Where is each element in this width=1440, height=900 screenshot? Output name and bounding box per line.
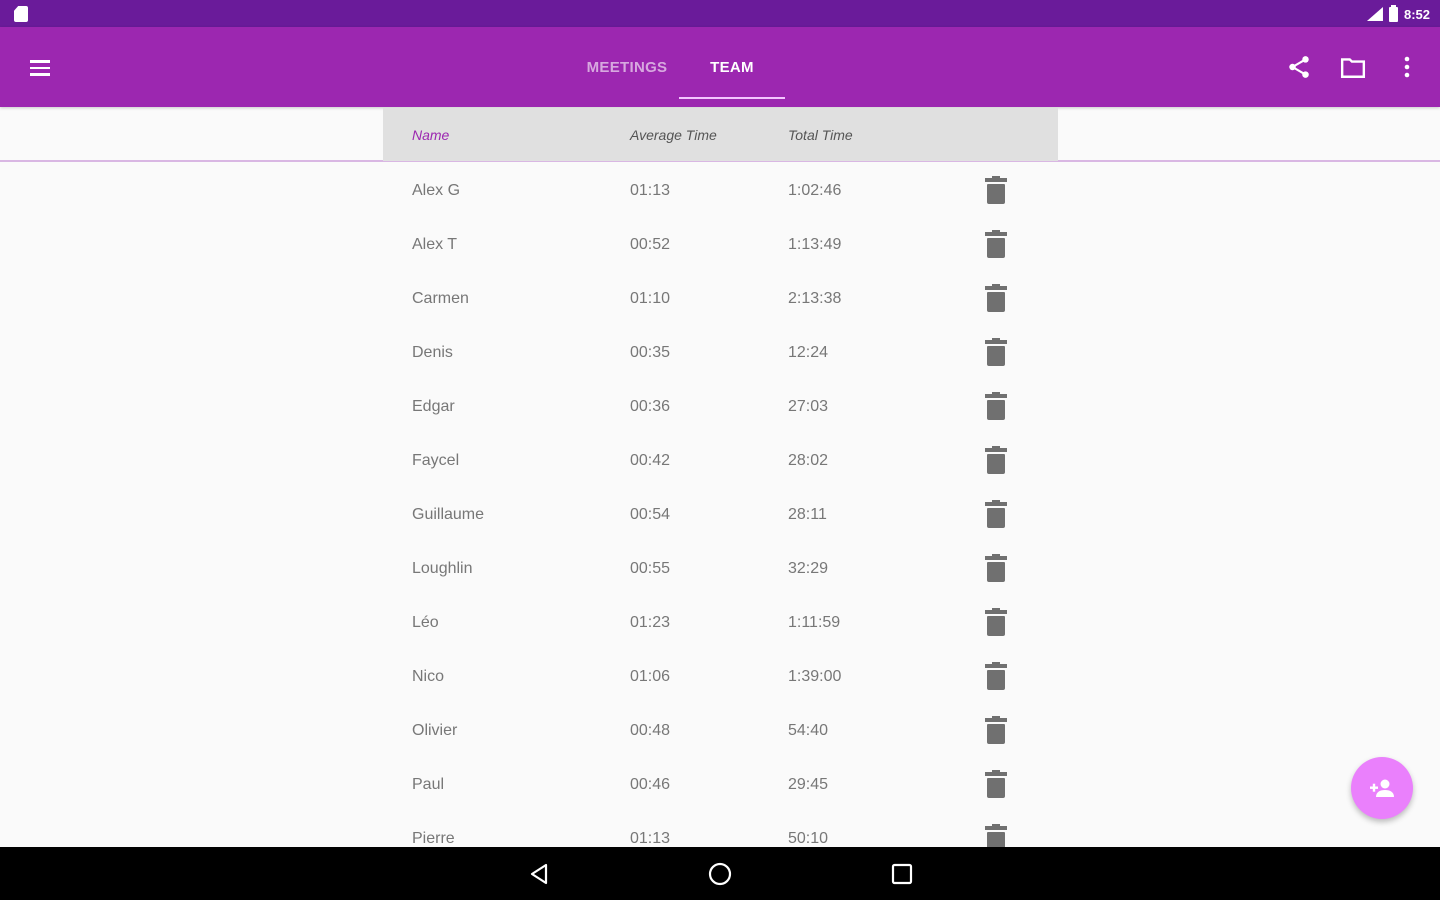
table-row[interactable]: Alex G 01:13 1:02:46 <box>383 164 1058 218</box>
table-header: Name Average Time Total Time <box>383 108 1058 161</box>
delete-icon[interactable] <box>985 338 1007 367</box>
average-time: 00:35 <box>630 344 671 361</box>
average-time: 01:10 <box>630 290 671 307</box>
table-row[interactable]: Olivier 00:48 54:40 <box>383 704 1058 758</box>
total-time: 12:24 <box>788 344 829 361</box>
average-time: 00:46 <box>630 776 671 793</box>
table-row[interactable]: Edgar 00:36 27:03 <box>383 380 1058 434</box>
total-time: 32:29 <box>788 560 829 577</box>
sd-card-icon <box>14 6 28 22</box>
table-row[interactable]: Paul 00:46 29:45 <box>383 758 1058 812</box>
person-add-icon <box>1370 779 1394 797</box>
delete-icon[interactable] <box>985 554 1007 583</box>
average-time: 01:06 <box>630 668 671 685</box>
total-time: 2:13:38 <box>788 290 842 307</box>
member-name: Edgar <box>412 398 455 415</box>
delete-icon[interactable] <box>985 176 1007 205</box>
table-row[interactable]: Nico 01:06 1:39:00 <box>383 650 1058 704</box>
delete-icon[interactable] <box>985 500 1007 529</box>
delete-icon[interactable] <box>985 662 1007 691</box>
signal-icon <box>1366 7 1383 21</box>
navigation-bar <box>0 847 1440 900</box>
delete-icon[interactable] <box>985 446 1007 475</box>
member-name: Guillaume <box>412 506 485 523</box>
average-time: 00:42 <box>630 452 671 469</box>
member-name: Carmen <box>412 290 469 307</box>
member-name: Pierre <box>412 830 455 847</box>
team-table: Name Average Time Total Time Alex G 01:13… <box>383 108 1058 866</box>
table-body: Alex G 01:13 1:02:46 Alex T 00:52 1:13:49 Carm… <box>383 161 1058 866</box>
more-options-icon[interactable] <box>1392 52 1422 82</box>
status-time: 8:52 <box>1403 6 1430 22</box>
table-row[interactable]: Faycel 00:42 28:02 <box>383 434 1058 488</box>
add-person-button[interactable] <box>1351 757 1413 819</box>
folder-icon[interactable] <box>1338 52 1368 82</box>
total-time: 28:11 <box>788 506 827 523</box>
member-name: Alex G <box>412 182 461 199</box>
tab-meetings[interactable]: MEETINGS <box>575 27 679 107</box>
share-icon[interactable] <box>1284 52 1314 82</box>
delete-icon[interactable] <box>985 716 1007 745</box>
average-time: 00:54 <box>630 506 671 523</box>
total-time: 27:03 <box>788 398 829 415</box>
status-bar: 8:52 <box>0 0 1440 27</box>
app-bar: MEETINGS TEAM <box>0 27 1440 107</box>
tab-team[interactable]: TEAM <box>679 27 785 107</box>
total-time: 1:13:49 <box>788 236 842 253</box>
average-time: 00:36 <box>630 398 671 415</box>
average-time: 01:23 <box>630 614 671 631</box>
header-name[interactable]: Name <box>383 127 630 143</box>
recents-icon[interactable] <box>887 859 917 889</box>
average-time: 00:52 <box>630 236 671 253</box>
total-time: 29:45 <box>788 776 829 793</box>
header-total-time[interactable]: Total Time <box>788 127 966 143</box>
member-name: Paul <box>412 776 445 793</box>
average-time: 01:13 <box>630 830 671 847</box>
delete-icon[interactable] <box>985 230 1007 259</box>
member-name: Loughlin <box>412 560 473 577</box>
member-name: Denis <box>412 344 453 361</box>
table-row[interactable]: Carmen 01:10 2:13:38 <box>383 272 1058 326</box>
member-name: Nico <box>412 668 445 685</box>
table-row[interactable]: Léo 01:23 1:11:59 <box>383 596 1058 650</box>
total-time: 28:02 <box>788 452 829 469</box>
delete-icon[interactable] <box>985 770 1007 799</box>
member-name: Olivier <box>412 722 458 739</box>
delete-icon[interactable] <box>985 284 1007 313</box>
total-time: 1:39:00 <box>788 668 842 685</box>
header-average-time[interactable]: Average Time <box>630 127 788 143</box>
table-row[interactable]: Guillaume 00:54 28:11 <box>383 488 1058 542</box>
menu-icon[interactable] <box>26 54 54 82</box>
home-icon[interactable] <box>705 859 735 889</box>
average-time: 00:55 <box>630 560 671 577</box>
member-name: Alex T <box>412 236 458 253</box>
status-indicators: 8:52 <box>1366 4 1430 23</box>
average-time: 01:13 <box>630 182 671 199</box>
battery-icon <box>1388 4 1398 22</box>
total-time: 50:10 <box>788 830 829 847</box>
table-row[interactable]: Denis 00:35 12:24 <box>383 326 1058 380</box>
total-time: 1:11:59 <box>788 614 841 631</box>
delete-icon[interactable] <box>985 392 1007 421</box>
delete-icon[interactable] <box>985 608 1007 637</box>
average-time: 00:48 <box>630 722 671 739</box>
table-row[interactable]: Loughlin 00:55 32:29 <box>383 542 1058 596</box>
table-row[interactable]: Alex T 00:52 1:13:49 <box>383 218 1058 272</box>
member-name: Léo <box>412 614 439 631</box>
back-icon[interactable] <box>524 859 554 889</box>
toolbar-actions <box>1284 27 1422 107</box>
member-name: Faycel <box>412 452 460 469</box>
total-time: 54:40 <box>788 722 829 739</box>
tab-bar: MEETINGS TEAM <box>575 27 785 107</box>
total-time: 1:02:46 <box>788 182 842 199</box>
